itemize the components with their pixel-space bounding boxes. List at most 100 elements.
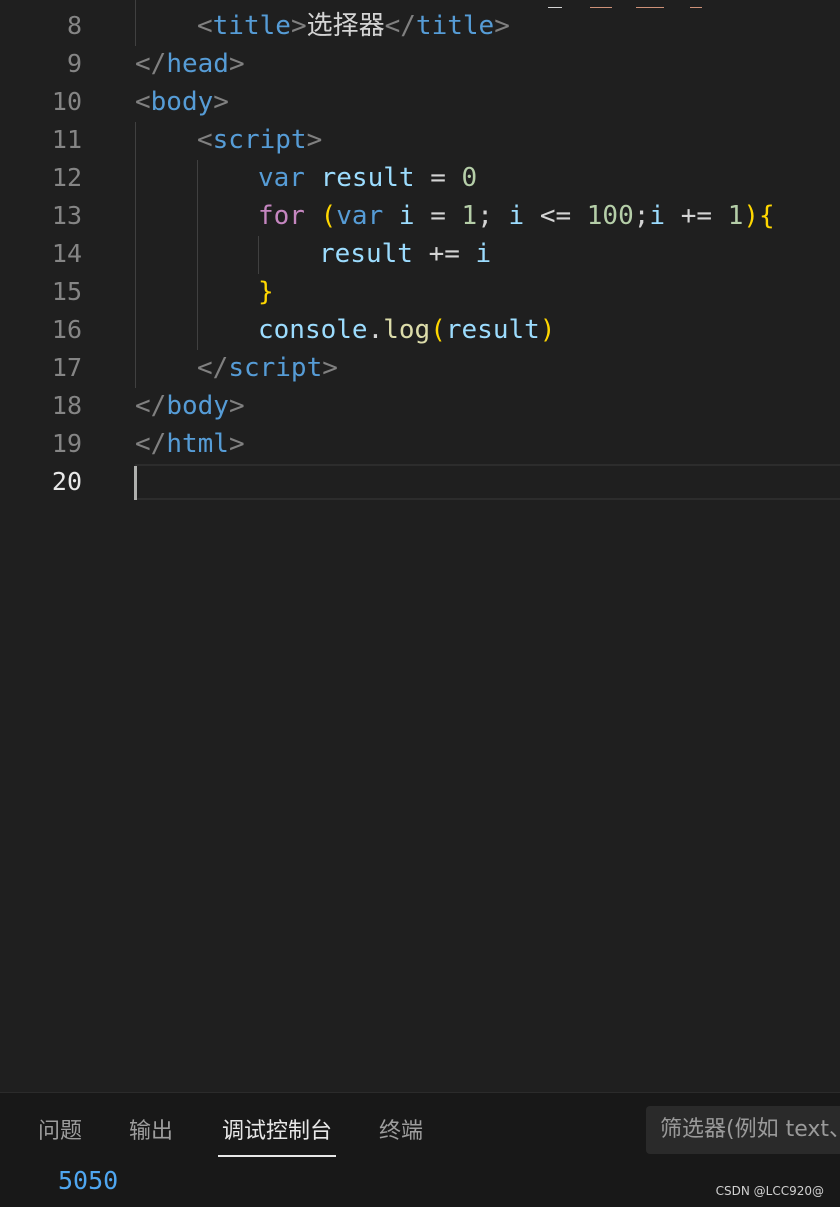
code-text: </script>	[197, 349, 338, 387]
code-line[interactable]: 16 console.log(result)	[0, 311, 840, 349]
token: i	[508, 201, 525, 231]
token: <	[135, 87, 151, 117]
line-number: 10	[51, 87, 82, 116]
code-line[interactable]: 9 </head>	[0, 45, 840, 83]
token: ;	[477, 201, 493, 231]
watermark: CSDN @LCC920@	[715, 1184, 824, 1198]
tab-output[interactable]: 输出	[129, 1115, 173, 1155]
token: var	[258, 163, 305, 193]
token: +=	[428, 239, 460, 269]
token: {	[759, 201, 775, 231]
token: i	[475, 239, 492, 269]
line-number: 14	[51, 239, 82, 268]
code-text: for (var i = 1; i <= 100;i += 1){	[258, 197, 775, 235]
token: for	[258, 201, 305, 231]
token: i	[398, 201, 415, 231]
token: script	[212, 125, 307, 155]
token: .	[367, 315, 384, 345]
token: title	[212, 11, 291, 41]
token: =	[430, 201, 446, 231]
token: )	[539, 315, 556, 345]
token: <=	[539, 201, 572, 231]
token: <	[197, 11, 213, 41]
token: >	[213, 87, 229, 117]
token: >	[228, 391, 245, 421]
token: (	[430, 315, 446, 345]
line-number: 17	[51, 353, 82, 382]
code-line[interactable]: 13 for (var i = 1; i <= 100;i += 1){	[0, 197, 840, 235]
token: </	[135, 391, 167, 421]
line-number: 15	[51, 277, 82, 306]
token: </	[384, 11, 416, 41]
line-number: 9	[66, 49, 82, 78]
line-number: 12	[51, 163, 82, 192]
console-output-line: 5050	[58, 1166, 119, 1195]
line-number: 16	[51, 315, 82, 344]
token: =	[430, 163, 446, 193]
token: }	[258, 277, 274, 307]
token: body	[150, 87, 214, 117]
token: 1	[727, 201, 744, 231]
token: head	[166, 49, 229, 79]
code-text: result += i	[319, 235, 491, 273]
token: )	[743, 201, 759, 231]
token: script	[228, 353, 323, 383]
token: result	[320, 163, 415, 193]
code-line[interactable]: 10 <body>	[0, 83, 840, 121]
token: >	[306, 125, 323, 155]
line-number: 20	[51, 467, 82, 496]
token: >	[494, 11, 510, 41]
line-number: 19	[51, 429, 82, 458]
token: </	[135, 49, 167, 79]
tab-debug-console[interactable]: 调试控制台	[218, 1115, 337, 1157]
token: >	[228, 49, 245, 79]
code-line[interactable]: 17 </script>	[0, 349, 840, 387]
token: ;	[633, 201, 650, 231]
code-text: </html>	[135, 425, 245, 463]
tab-terminal[interactable]: 终端	[379, 1115, 423, 1155]
token: 0	[461, 163, 478, 193]
code-text: console.log(result)	[258, 311, 555, 349]
token: body	[166, 391, 229, 421]
code-text: <title>选择器</title>	[197, 7, 510, 45]
token: result	[445, 315, 540, 345]
token: 100	[586, 201, 634, 231]
code-text: </body>	[135, 387, 245, 425]
code-text: <script>	[197, 121, 322, 159]
tab-problems[interactable]: 问题	[38, 1115, 82, 1155]
token: </	[197, 353, 229, 383]
code-text: <body>	[135, 83, 229, 121]
token: >	[322, 353, 338, 383]
token: var	[336, 201, 384, 231]
code-editor[interactable]: 8 <title>选择器</title> 9 </head> 10 <body>…	[0, 0, 840, 1092]
token: title	[415, 11, 495, 41]
line-number: 8	[66, 11, 82, 40]
bottom-panel: 问题 输出 调试控制台 终端 筛选器(例如 text、 5050 CSDN @L…	[0, 1092, 840, 1207]
text-cursor	[134, 466, 137, 500]
code-text: }	[258, 273, 274, 311]
token: 1	[461, 201, 478, 231]
code-line[interactable]: 11 <script>	[0, 121, 840, 159]
code-line[interactable]: 18 </body>	[0, 387, 840, 425]
line-number: 11	[51, 125, 82, 154]
code-line[interactable]: 12 var result = 0	[0, 159, 840, 197]
token: console	[258, 315, 368, 345]
code-text: </head>	[135, 45, 245, 83]
token: >	[228, 429, 245, 459]
token: >	[290, 11, 307, 41]
token: log	[383, 315, 431, 345]
line-number: 18	[51, 391, 82, 420]
code-line[interactable]: 19 </html>	[0, 425, 840, 463]
token: (	[320, 201, 337, 231]
token: +=	[680, 201, 713, 231]
console-filter-input[interactable]: 筛选器(例如 text、	[646, 1106, 840, 1154]
token: <	[197, 125, 213, 155]
code-text: var result = 0	[258, 159, 477, 197]
token: 选择器	[306, 11, 385, 41]
code-line[interactable]: 15 }	[0, 273, 840, 311]
code-line[interactable]: 20	[0, 463, 840, 501]
token: i	[649, 201, 666, 231]
code-line[interactable]: 14 result += i	[0, 235, 840, 273]
token: </	[135, 429, 167, 459]
code-line[interactable]: 8 <title>选择器</title>	[0, 7, 840, 45]
